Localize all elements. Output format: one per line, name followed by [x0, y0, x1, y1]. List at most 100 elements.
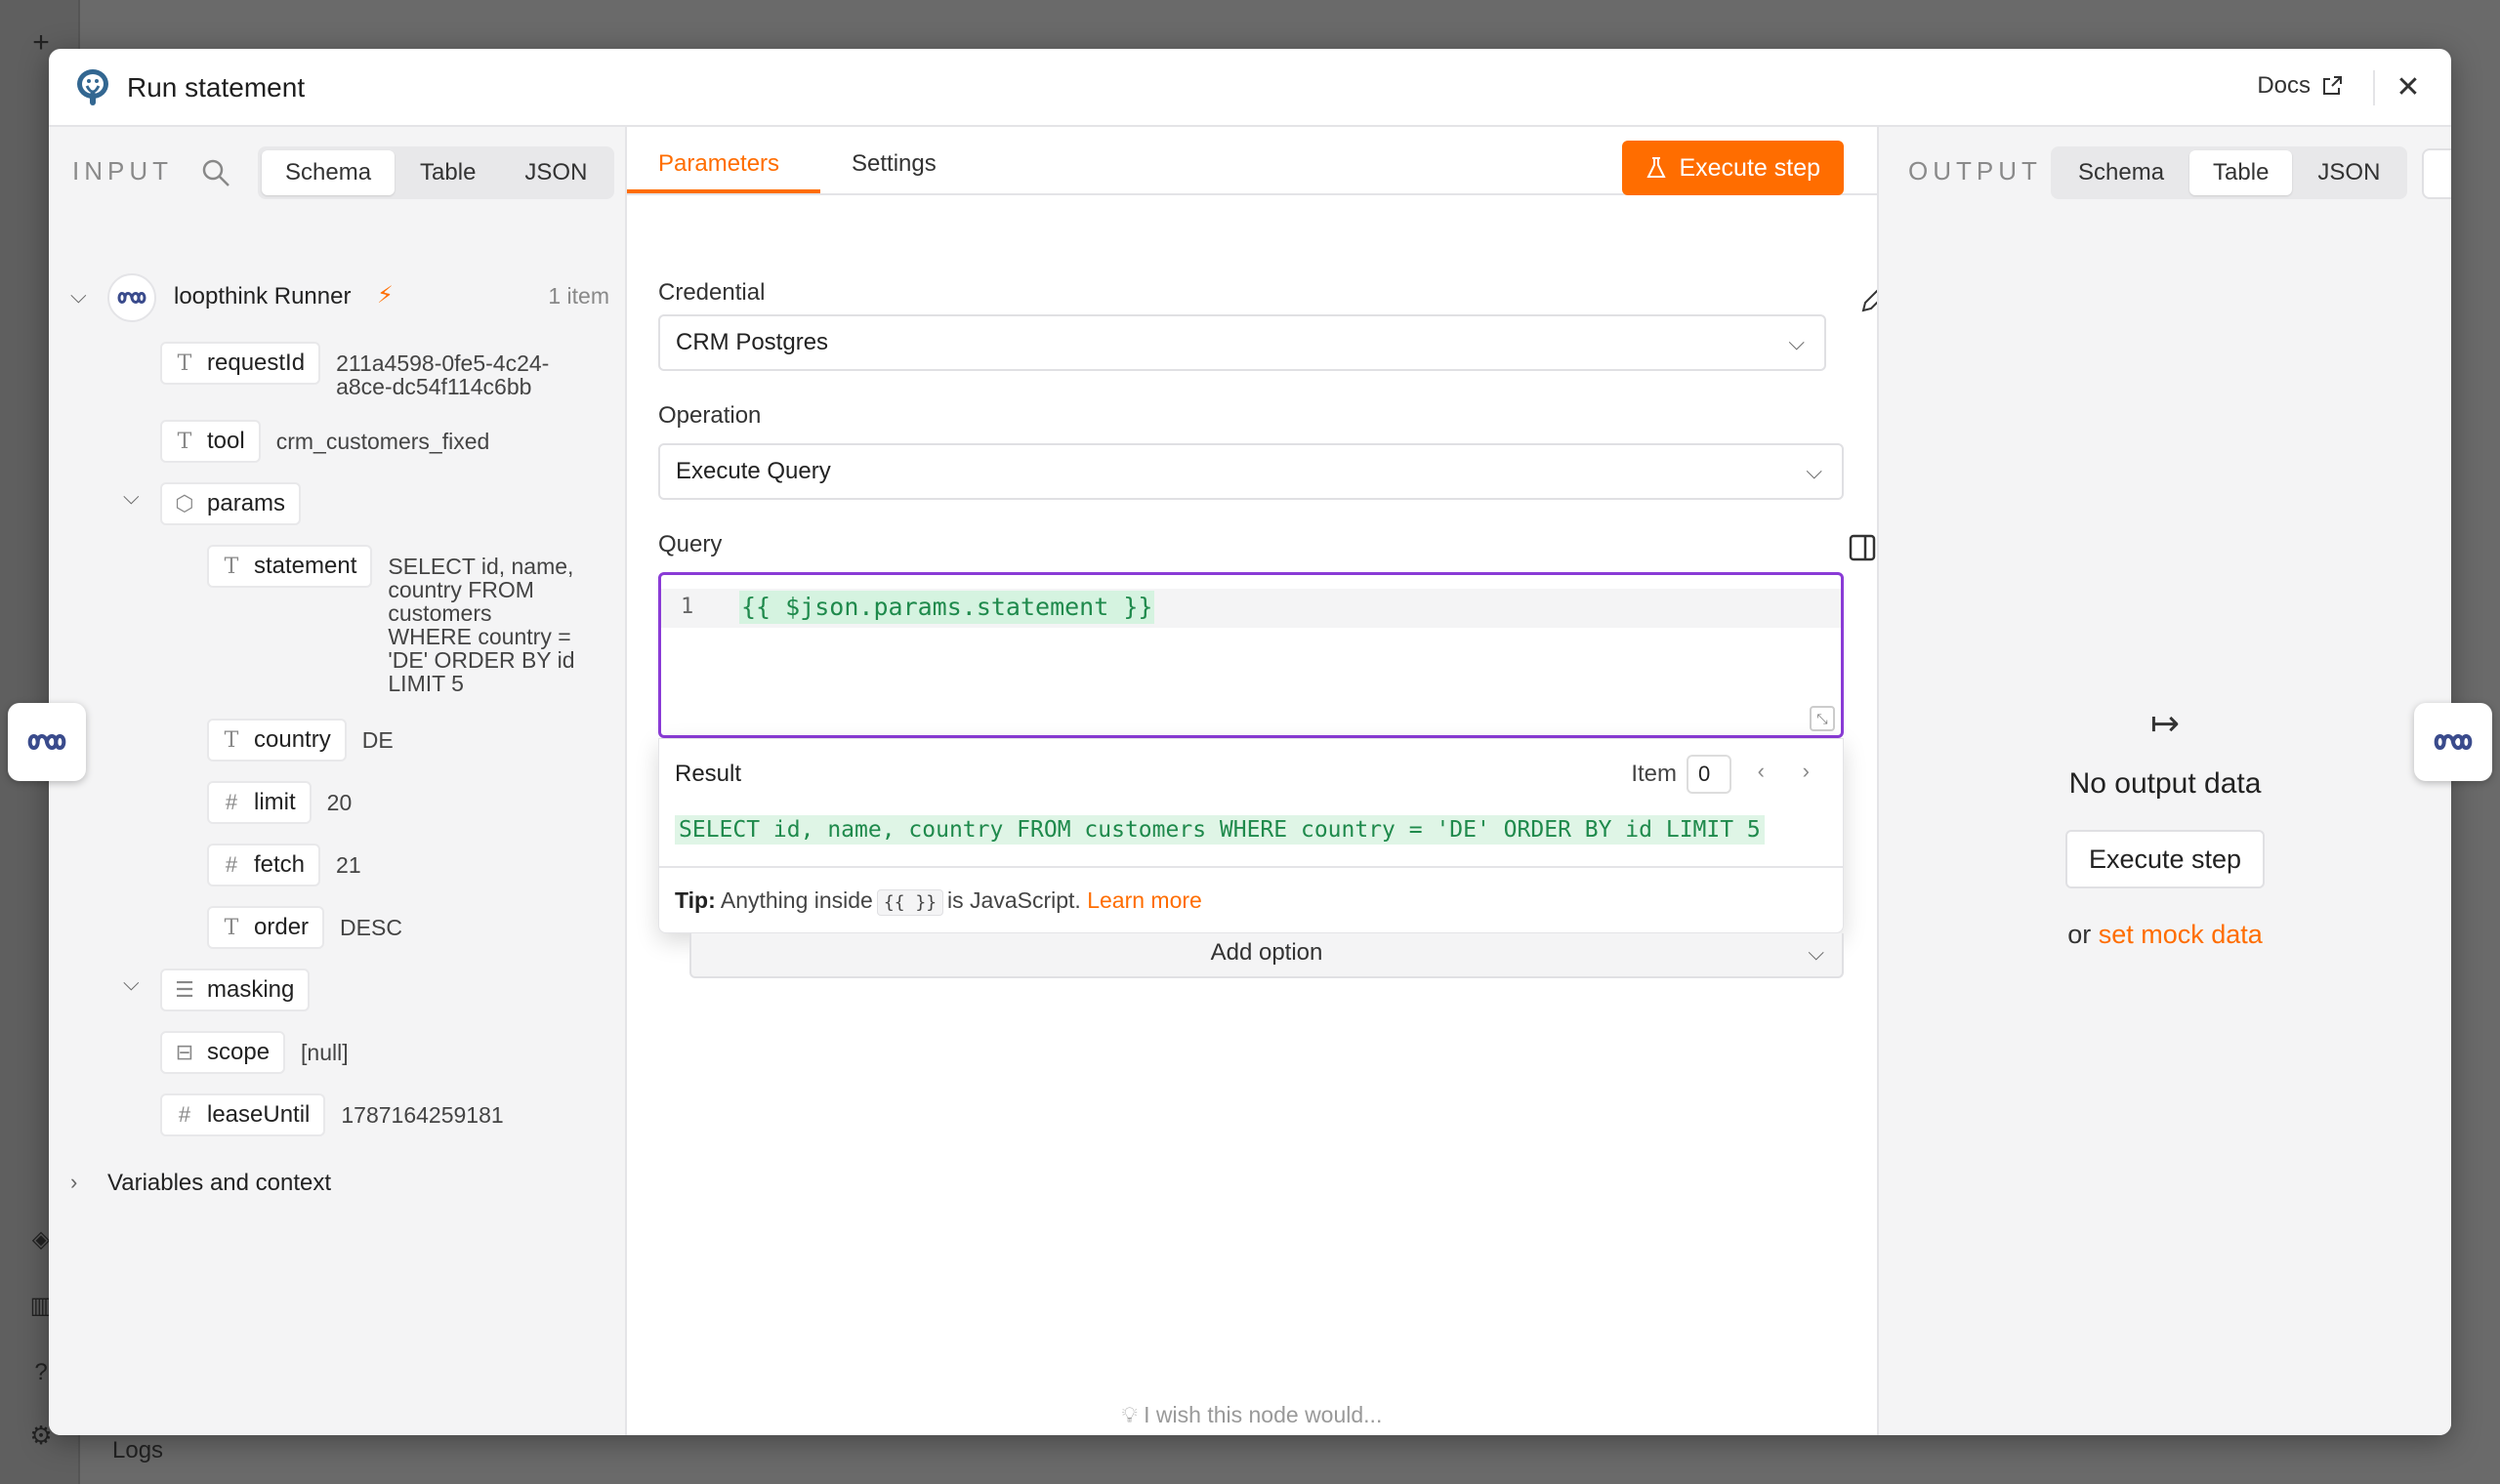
field-country: Tcountry DE [207, 719, 394, 762]
no-output-title: No output data [2068, 767, 2262, 800]
input-tab-table[interactable]: Table [396, 150, 499, 195]
item-index-input[interactable]: 0 [1687, 755, 1731, 794]
loopthink-logo-icon [2434, 734, 2473, 750]
field-pill[interactable]: Ttool [160, 420, 261, 463]
field-pill[interactable]: ☰ masking [160, 969, 311, 1011]
field-pill[interactable]: ⬡ params [160, 482, 302, 525]
docs-link[interactable]: Docs [2257, 72, 2344, 100]
field-value: 1787164259181 [341, 1102, 504, 1128]
field-pill[interactable]: Tcountry [207, 719, 347, 762]
modal-header: Run statement Docs ✕ [49, 49, 2451, 127]
output-panel-title: OUTPUT [1908, 156, 2042, 186]
set-mock-data-link[interactable]: set mock data [2099, 920, 2263, 949]
field-value: 211a4598-0fe5-4c24- a8ce-dc54f114c6bb [336, 350, 550, 399]
line-number: 1 [681, 595, 694, 619]
active-tab-indicator [627, 189, 820, 193]
expression-result-panel: Result Item 0 ‹ › SELECT id, name, count… [658, 738, 1844, 933]
feedback-link[interactable]: 💡︎ I wish this node would... [627, 1402, 1877, 1428]
modal-title: Run statement [127, 72, 306, 103]
field-value: DE [361, 727, 394, 753]
tab-settings[interactable]: Settings [852, 150, 937, 178]
query-expression[interactable]: {{ $json.params.statement }} [739, 591, 1155, 624]
operation-label: Operation [658, 402, 762, 429]
source-node-name: loopthink Runner [174, 283, 352, 309]
loopthink-logo-icon [107, 273, 156, 322]
input-tab-json[interactable]: JSON [501, 150, 610, 195]
operation-select[interactable]: Execute Query ⌵ [658, 443, 1844, 500]
lightbulb-icon: 💡︎ [1121, 1402, 1138, 1427]
input-panel: INPUT Schema Table JSON ⌵ loopthink Runn… [49, 127, 627, 1435]
mock-data-line: or set mock data [2067, 920, 2263, 949]
expand-editor-icon[interactable] [1848, 533, 1877, 562]
close-icon[interactable]: ✕ [2389, 68, 2428, 107]
chevron-right-icon[interactable]: › [1803, 759, 1810, 784]
field-pill[interactable]: TrequestId [160, 342, 321, 385]
output-execute-step-button[interactable]: Execute step [2064, 830, 2266, 888]
trigger-bolt-icon: ⚡ [377, 282, 394, 309]
field-pill[interactable]: # limit [207, 781, 312, 824]
field-value: [null] [301, 1040, 349, 1065]
previous-node-button[interactable] [8, 703, 86, 781]
item-label: Item [1631, 761, 1677, 787]
input-view-switch: Schema Table JSON [258, 146, 615, 199]
tip-bar: Tip: Anything inside{{ }} is JavaScript. … [659, 866, 1843, 934]
output-tab-schema[interactable]: Schema [2055, 150, 2188, 195]
number-type-icon: # [178, 1102, 191, 1127]
field-pill[interactable]: Tstatement [207, 545, 373, 588]
learn-more-link[interactable]: Learn more [1087, 887, 1202, 913]
field-fetch: # fetch 21 [207, 844, 361, 886]
result-value: SELECT id, name, country FROM customers … [675, 815, 1765, 845]
field-pill[interactable]: # leaseUntil [160, 1093, 326, 1136]
query-editor[interactable]: 1 {{ $json.params.statement }} ⤡ [658, 572, 1844, 738]
string-type-icon: T [224, 554, 239, 579]
chevron-down-icon[interactable]: ⌵ [70, 283, 87, 309]
chevron-right-icon[interactable]: › [70, 1170, 77, 1195]
execute-step-button[interactable]: Execute step [1622, 141, 1844, 195]
field-scope: ⊟ scope [null] [160, 1031, 349, 1074]
variables-and-context[interactable]: Variables and context [107, 1170, 331, 1197]
search-icon[interactable] [199, 156, 232, 189]
postgres-logo-icon [77, 69, 108, 105]
string-type-icon: T [177, 429, 192, 454]
field-value: 20 [326, 790, 353, 815]
output-tab-json[interactable]: JSON [2294, 150, 2403, 195]
node-details-modal: Run statement Docs ✕ INPUT Schema Table … [49, 49, 2451, 1435]
field-statement: Tstatement SELECT id, name, country FROM… [207, 545, 575, 695]
field-value: 21 [336, 852, 361, 878]
string-type-icon: T [177, 350, 192, 376]
header-divider [2373, 70, 2375, 105]
flask-icon [1646, 157, 1667, 178]
next-node-button[interactable] [2414, 703, 2492, 781]
output-tab-table[interactable]: Table [2189, 150, 2293, 195]
edit-output-button[interactable] [2422, 148, 2451, 199]
field-pill[interactable]: # fetch [207, 844, 321, 886]
input-tab-schema[interactable]: Schema [262, 150, 396, 195]
field-tool: Ttool crm_customers_fixed [160, 420, 489, 463]
object-type-icon: ⬡ [175, 491, 194, 515]
node-tabs: Parameters Settings Execute step [627, 127, 1877, 195]
string-type-icon: T [224, 727, 239, 753]
chevron-left-icon[interactable]: ‹ [1758, 759, 1765, 784]
chevron-down-icon: ⌵ [1808, 940, 1824, 965]
add-option-button[interactable]: Add option ⌵ [689, 933, 1844, 978]
number-type-icon: # [225, 852, 238, 877]
item-count: 1 item [548, 283, 609, 309]
query-label: Query [658, 531, 723, 557]
resize-icon[interactable]: ⤡ [1810, 706, 1835, 731]
null-type-icon: ⊟ [175, 1040, 194, 1064]
logs-bar [80, 1435, 2500, 1484]
field-pill[interactable]: ⊟ scope [160, 1031, 286, 1074]
field-requestId: TrequestId 211a4598-0fe5-4c24- a8ce-dc54f… [160, 342, 549, 398]
arrow-right-to-line-icon: ↦ [2149, 703, 2181, 743]
field-pill[interactable]: Torder [207, 906, 325, 949]
credential-select[interactable]: CRM Postgres ⌵ [658, 314, 1826, 371]
external-link-icon [2323, 76, 2342, 95]
input-panel-title: INPUT [72, 156, 173, 186]
tab-parameters[interactable]: Parameters [658, 150, 779, 178]
credential-label: Credential [658, 279, 766, 306]
chevron-down-icon[interactable]: ⌵ [123, 970, 140, 996]
number-type-icon: # [225, 790, 238, 814]
logs-label[interactable]: Logs [112, 1437, 163, 1464]
chevron-down-icon[interactable]: ⌵ [123, 484, 140, 510]
output-empty-state: ↦ No output data Execute step or set moc… [1879, 703, 2451, 950]
